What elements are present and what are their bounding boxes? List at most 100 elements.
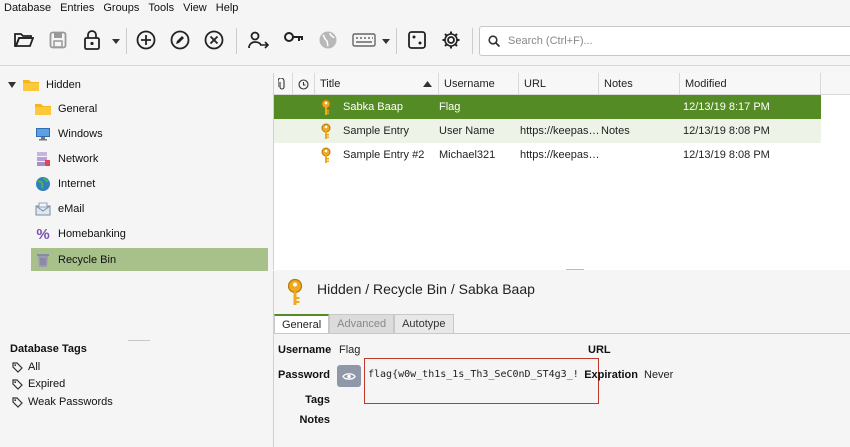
percent-icon: % — [36, 225, 50, 243]
entry-path-title: Hidden / Recycle Bin / Sabka Baap — [317, 281, 535, 297]
tag-item-all[interactable]: All — [12, 359, 40, 375]
tree-item-network[interactable]: Network — [31, 148, 268, 170]
keyboard-icon — [352, 33, 376, 47]
x-circle-icon — [204, 30, 224, 50]
menu-groups[interactable]: Groups — [103, 2, 139, 14]
column-header-notes[interactable]: Notes — [599, 73, 680, 95]
show-password-button[interactable] — [337, 365, 361, 387]
tab-autotype[interactable]: Autotype — [394, 314, 454, 333]
tab-general[interactable]: General — [274, 314, 330, 333]
trash-icon — [34, 252, 52, 268]
paperclip-icon — [278, 78, 285, 90]
key-icon — [287, 278, 303, 305]
cell-username: Flag — [439, 101, 461, 113]
lock-icon — [84, 30, 100, 50]
tag-item-expired[interactable]: Expired — [12, 376, 65, 392]
key-icon — [320, 119, 336, 143]
toolbar-separator — [236, 28, 237, 54]
entry-detail-panel: Hidden / Recycle Bin / Sabka Baap Genera… — [273, 271, 850, 447]
expiration-value: Never — [644, 369, 674, 381]
open-database-button[interactable] — [12, 28, 36, 52]
menu-entries[interactable]: Entries — [60, 2, 94, 14]
globe-icon — [34, 176, 52, 192]
cell-notes — [601, 95, 679, 119]
column-header-url[interactable]: URL — [519, 73, 599, 95]
tree-label: General — [58, 103, 98, 115]
tree-item-homebanking[interactable]: % Homebanking — [31, 223, 268, 245]
search-box[interactable] — [479, 26, 850, 56]
tree-item-general[interactable]: General — [31, 98, 268, 120]
panel-splitter[interactable] — [566, 269, 584, 270]
folder-icon — [34, 101, 52, 117]
gear-icon — [442, 31, 460, 49]
lock-dropdown-caret[interactable] — [112, 37, 120, 45]
tab-advanced[interactable]: Advanced — [329, 314, 395, 333]
highlight-box — [364, 358, 599, 404]
tag-label: Weak Passwords — [28, 396, 113, 408]
edit-entry-button[interactable] — [168, 28, 192, 52]
table-row[interactable]: Sabka Baap Flag 12/13/19 8:17 PM — [274, 95, 821, 119]
tree-label: Internet — [58, 178, 96, 190]
toolbar — [0, 16, 850, 66]
toolbar-separator — [396, 28, 397, 54]
tag-icon — [12, 361, 24, 373]
cell-title: Sample Entry #2 — [343, 149, 425, 161]
tree-label: eMail — [58, 203, 85, 215]
tree-label: Network — [58, 153, 99, 165]
tree-item-recycle-bin[interactable]: Recycle Bin — [31, 248, 268, 271]
autotype-dropdown-caret[interactable] — [382, 37, 390, 45]
menu-tools[interactable]: Tools — [148, 2, 174, 14]
sort-ascending-icon — [423, 81, 432, 87]
open-url-button[interactable] — [316, 28, 340, 52]
settings-button[interactable] — [439, 28, 463, 52]
panel-splitter[interactable] — [128, 340, 150, 341]
tag-item-weak-passwords[interactable]: Weak Passwords — [12, 394, 113, 410]
menu-database[interactable]: Database — [4, 2, 51, 14]
column-header-attachment[interactable] — [274, 73, 293, 95]
cell-username: User Name — [439, 125, 495, 137]
username-value[interactable]: Flag — [339, 344, 360, 356]
lock-database-button[interactable] — [80, 28, 104, 52]
tags-label: Tags — [305, 394, 330, 406]
autotype-button[interactable] — [352, 28, 376, 52]
tree-item-windows[interactable]: Windows — [31, 123, 268, 145]
cell-modified: 12/13/19 8:08 PM — [683, 149, 770, 161]
delete-entry-button[interactable] — [202, 28, 226, 52]
eye-icon — [342, 372, 356, 380]
expand-arrow-icon[interactable] — [8, 82, 18, 88]
cell-url — [519, 95, 599, 119]
notes-label: Notes — [299, 414, 330, 426]
folder-open-icon — [14, 33, 34, 47]
username-label: Username — [278, 344, 332, 356]
pencil-circle-icon — [170, 30, 190, 50]
copy-password-button[interactable] — [282, 28, 306, 52]
column-header-modified[interactable]: Modified — [680, 73, 821, 95]
copy-username-button[interactable] — [246, 28, 270, 52]
user-arrow-icon — [248, 31, 269, 49]
tree-item-internet[interactable]: Internet — [31, 173, 268, 195]
caret-down-icon — [112, 38, 120, 44]
search-input[interactable] — [508, 35, 828, 47]
menu-help[interactable]: Help — [216, 2, 239, 14]
column-header-expiry[interactable] — [293, 73, 315, 95]
toolbar-separator — [472, 28, 473, 54]
column-header-username[interactable]: Username — [439, 73, 519, 95]
save-database-button[interactable] — [46, 28, 70, 52]
column-header-title[interactable]: Title — [315, 73, 439, 95]
password-generator-button[interactable] — [405, 28, 429, 52]
add-entry-button[interactable] — [134, 28, 158, 52]
cell-modified: 12/13/19 8:17 PM — [683, 101, 770, 113]
caret-down-icon — [382, 38, 390, 44]
tree-root-hidden[interactable]: Hidden — [8, 74, 268, 96]
table-row[interactable]: Sample Entry User Name https://keepas… N… — [274, 119, 821, 143]
menu-view[interactable]: View — [183, 2, 207, 14]
tag-icon — [12, 396, 24, 408]
password-label: Password — [278, 369, 330, 381]
entry-table: Title Username URL Notes Modified Sabka … — [273, 73, 850, 270]
tree-item-email[interactable]: eMail — [31, 198, 268, 220]
table-row[interactable]: Sample Entry #2 Michael321 https://keepa… — [274, 143, 821, 167]
cell-notes — [601, 143, 679, 167]
plus-circle-icon — [136, 30, 156, 50]
search-icon — [480, 35, 508, 47]
group-tree: Hidden General Windows Network Internet … — [0, 67, 272, 447]
